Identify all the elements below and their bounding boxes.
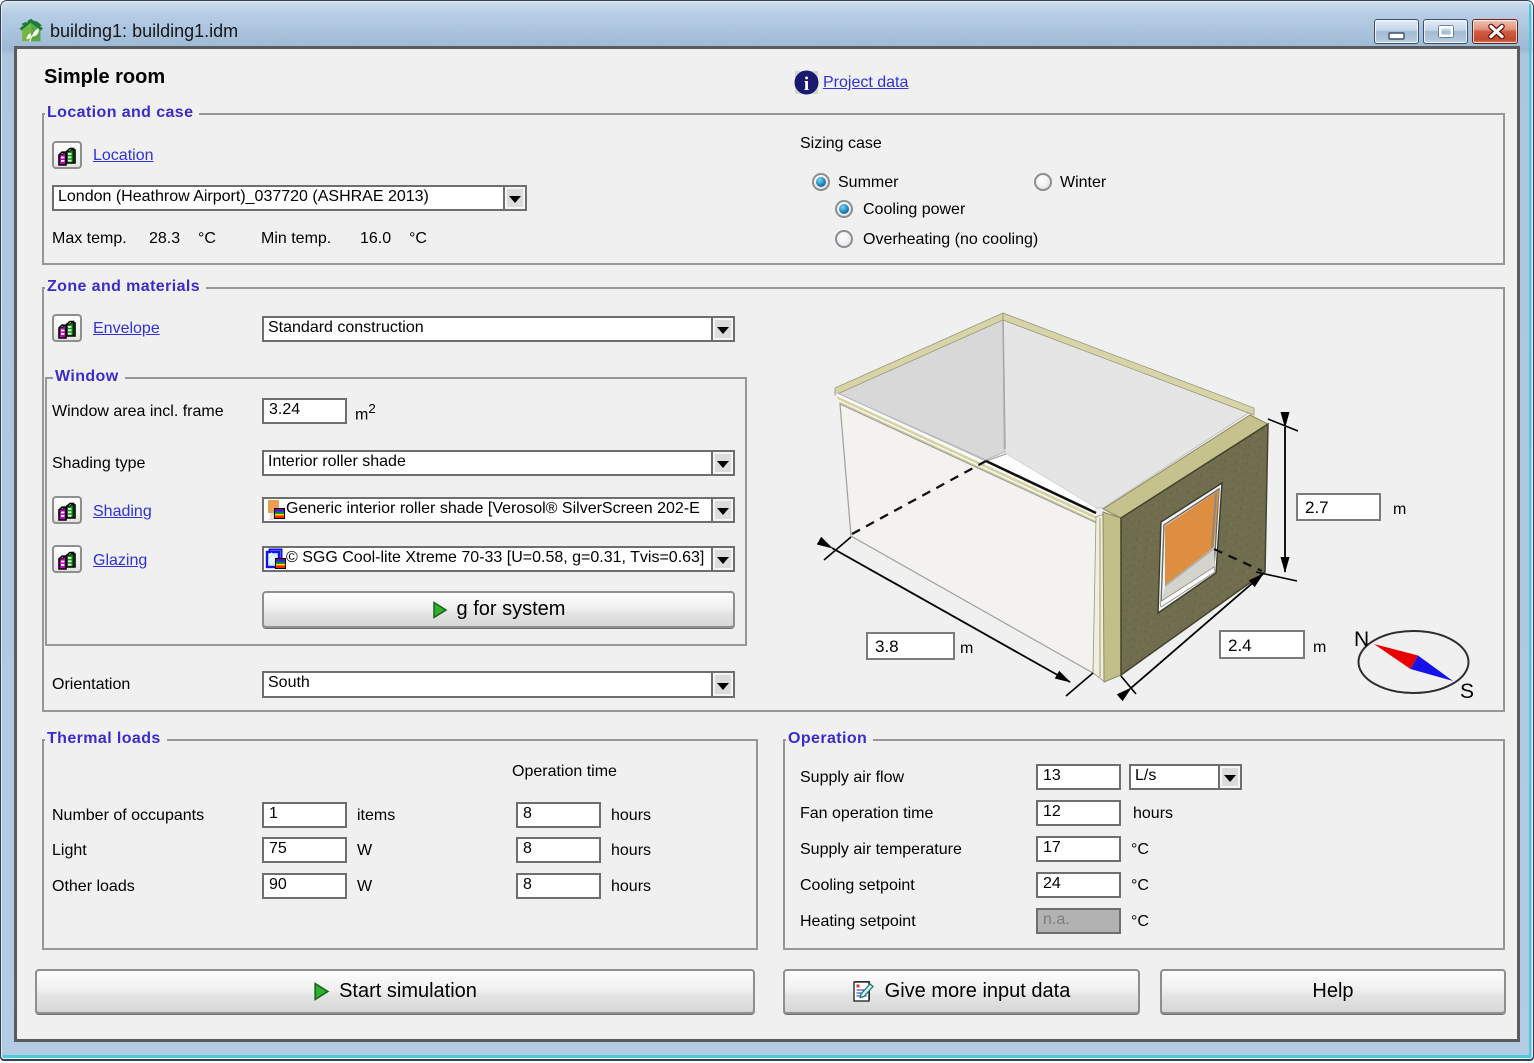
svg-text:2.7: 2.7 <box>1305 498 1329 517</box>
svg-text:m: m <box>1393 501 1406 518</box>
svg-text:i: i <box>804 74 809 95</box>
svg-text:N: N <box>1354 628 1369 651</box>
svg-text:S: S <box>1460 680 1474 703</box>
svg-text:3.8: 3.8 <box>875 637 899 656</box>
svg-text:m: m <box>1313 639 1326 656</box>
svg-text:m: m <box>960 640 973 657</box>
svg-text:2.4: 2.4 <box>1228 636 1252 655</box>
